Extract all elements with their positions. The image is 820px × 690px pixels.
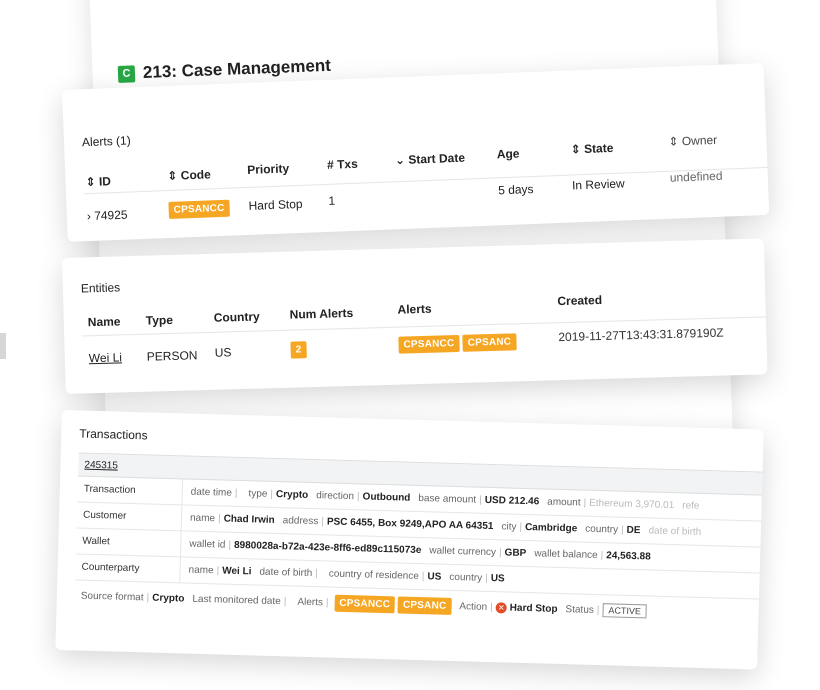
alert-tag: CPSANC (462, 333, 517, 352)
entity-alerts: CPSANCC CPSANC (398, 333, 517, 354)
transactions-panel: Transactions 245315 Transaction date tim… (55, 410, 764, 670)
transaction-table: 245315 Transaction date time | type | Crypt… (74, 452, 764, 630)
entity-created: 2019-11-27T13:43:31.879190Z (558, 325, 724, 345)
row-label: Customer (76, 502, 183, 531)
sidebar-edge (0, 333, 6, 359)
entity-name-link[interactable]: Wei Li (89, 350, 123, 365)
num-alerts-badge: 2 (290, 341, 307, 359)
alert-row-txs: 1 (328, 193, 336, 208)
col-age: Age (496, 146, 520, 162)
col-alerts: Alerts (397, 301, 432, 317)
alert-row-owner: undefined (669, 168, 723, 185)
transactions-title: Transactions (79, 426, 148, 443)
col-type: Type (145, 312, 174, 328)
alert-tag: CPSANCC (334, 594, 396, 613)
alert-code-tag: CPSANCC (168, 199, 230, 219)
row-label: Counterparty (75, 554, 181, 583)
row-label: Wallet (76, 528, 182, 557)
alerts-panel: Alerts (1) ⇕ ID ⇕ Code Priority # Txs ⌄ … (62, 63, 770, 242)
hard-stop-icon: ✕ (495, 601, 507, 613)
alert-tag: CPSANC (397, 595, 452, 615)
entity-num-alerts: 2 (290, 341, 307, 359)
alert-row-state: In Review (571, 176, 625, 193)
alert-row-age: 5 days (497, 181, 534, 198)
case-icon: C (117, 64, 136, 83)
col-priority: Priority (246, 161, 290, 177)
col-state[interactable]: ⇕ State (570, 141, 613, 157)
alerts-title: Alerts (1) (81, 133, 131, 150)
col-start-date[interactable]: ⌄ Start Date (395, 151, 466, 168)
col-id[interactable]: ⇕ ID (85, 174, 111, 189)
status-badge: ACTIVE (602, 602, 648, 618)
col-created: Created (557, 292, 603, 309)
col-code[interactable]: ⇕ Code (167, 167, 211, 183)
transaction-id-link[interactable]: 245315 (84, 459, 118, 471)
col-num-alerts: Num Alerts (289, 305, 354, 322)
entities-panel: Entities Name Type Country Num Alerts Al… (62, 238, 768, 394)
alert-row-code: CPSANCC (168, 199, 230, 219)
col-owner[interactable]: ⇕ Owner (668, 133, 717, 149)
entity-country: US (214, 345, 232, 360)
alert-tag: CPSANCC (398, 334, 460, 354)
col-country: Country (213, 309, 260, 325)
alert-row-priority: Hard Stop (248, 196, 303, 213)
entity-type: PERSON (146, 348, 198, 364)
row-label: Transaction (77, 476, 184, 505)
alert-row-id[interactable]: › 74925 (87, 208, 128, 224)
col-txs: # Txs (326, 156, 359, 172)
entities-title: Entities (80, 280, 121, 296)
col-name: Name (87, 314, 121, 330)
